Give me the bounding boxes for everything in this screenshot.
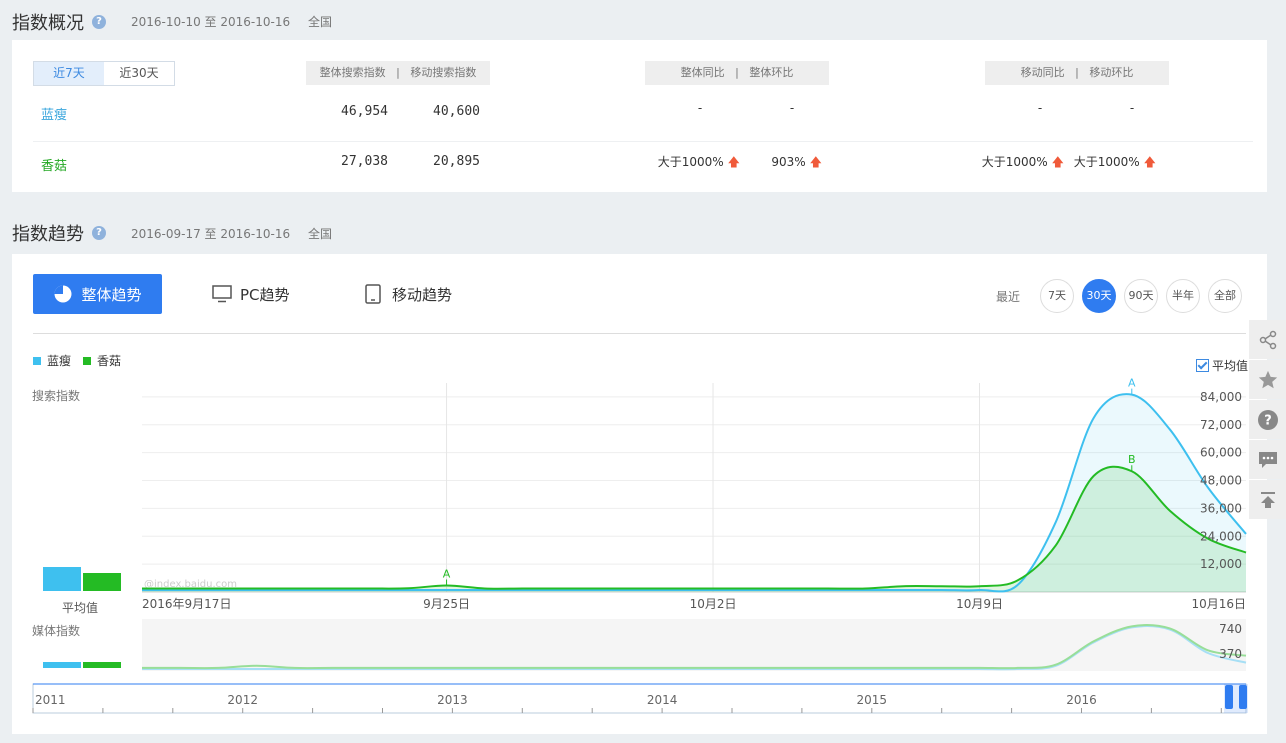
y-tick-label: 24,000	[1200, 529, 1242, 543]
timeline-year-label: 2011	[35, 693, 66, 707]
media-plot-area	[142, 619, 1246, 671]
star-icon	[1258, 370, 1277, 388]
help-button[interactable]: ?	[1249, 400, 1286, 439]
back-to-top-button[interactable]	[1249, 480, 1286, 519]
favorite-button[interactable]	[1249, 360, 1286, 399]
share-icon	[1259, 330, 1276, 349]
svg-text:?: ?	[1264, 413, 1272, 428]
right-toolbar: ?	[1249, 320, 1286, 520]
comment-icon	[1258, 451, 1277, 468]
y-tick-label: 12,000	[1200, 557, 1242, 571]
x-tick-label: 10月9日	[956, 597, 1003, 611]
timeline-year-label: 2013	[437, 693, 468, 707]
marker-a-xianggu: A	[443, 567, 451, 580]
y-tick-label: 48,000	[1200, 474, 1242, 488]
navigator-handle-right[interactable]	[1239, 685, 1247, 709]
media-y-tick-label: 370	[1219, 647, 1242, 661]
share-button[interactable]	[1249, 320, 1286, 359]
feedback-button[interactable]	[1249, 440, 1286, 479]
timeline-navigator[interactable]	[32, 683, 1247, 714]
timeline-year-label: 2012	[227, 693, 258, 707]
y-tick-label: 60,000	[1200, 446, 1242, 460]
x-tick-label: 10月2日	[690, 597, 737, 611]
y-tick-label: 36,000	[1200, 501, 1242, 515]
x-tick-label: 10月16日	[1191, 597, 1246, 611]
x-tick-label: 2016年9月17日	[142, 597, 231, 611]
marker-a-lanshou: A	[1128, 377, 1136, 390]
arrow-to-top-icon	[1260, 491, 1275, 508]
search-index-chart[interactable]: @index.baidu.comAAB12,00024,00036,00048,…	[0, 0, 1286, 743]
timeline-year-label: 2015	[857, 693, 888, 707]
navigator-handle-left[interactable]	[1225, 685, 1233, 709]
question-icon: ?	[1257, 409, 1278, 430]
media-y-tick-label: 740	[1219, 622, 1242, 636]
timeline-year-label: 2016	[1066, 693, 1097, 707]
timeline-year-label: 2014	[647, 693, 678, 707]
y-tick-label: 72,000	[1200, 418, 1242, 432]
y-tick-label: 84,000	[1200, 390, 1242, 404]
marker-b-xianggu: B	[1128, 453, 1136, 466]
x-tick-label: 9月25日	[423, 597, 470, 611]
